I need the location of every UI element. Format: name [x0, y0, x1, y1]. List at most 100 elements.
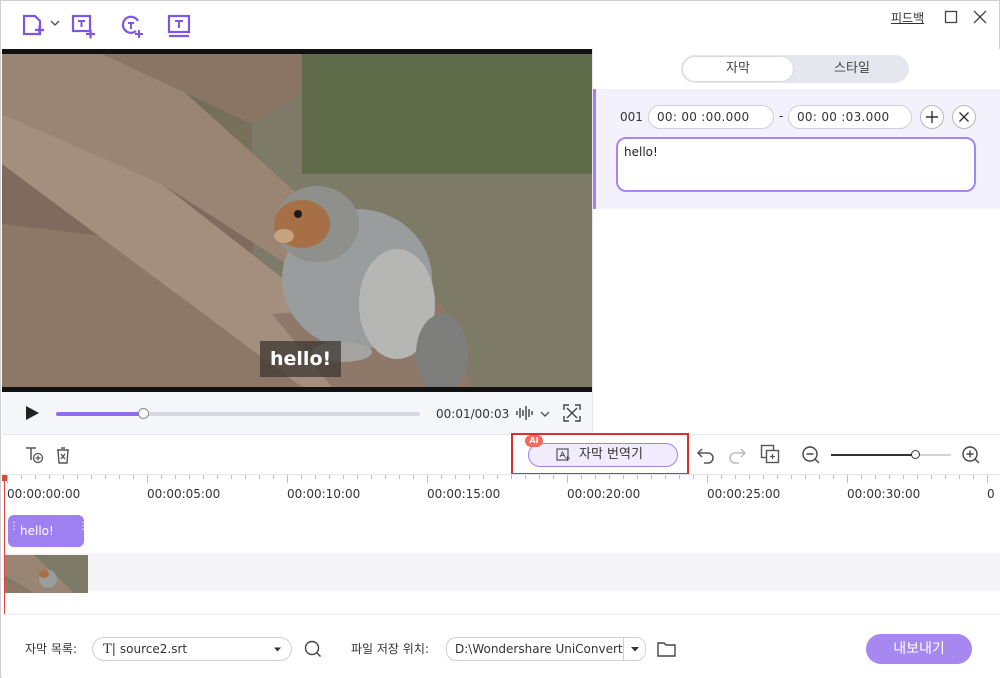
zoom-slider[interactable] — [831, 450, 951, 459]
ruler-label: 0 — [987, 487, 995, 501]
redo-icon[interactable] — [727, 445, 747, 465]
subtitle-file-select[interactable]: T| source2.srt — [92, 637, 292, 661]
ruler-label: 00:00:30:00 — [847, 487, 921, 501]
ruler-tick — [791, 475, 792, 479]
video-frame: hello! — [2, 54, 592, 387]
zoom-out-icon[interactable] — [801, 445, 821, 465]
progress-knob[interactable] — [138, 408, 150, 419]
ruler-tick — [875, 475, 876, 479]
ruler-tick — [147, 475, 148, 483]
add-text-icon[interactable] — [24, 445, 44, 465]
subtitle-clip[interactable]: ⋮ hello! ⋮ — [8, 515, 88, 547]
trash-icon[interactable] — [54, 445, 72, 465]
ruler-tick — [413, 475, 414, 479]
ruler-tick — [245, 475, 246, 479]
subtitle-overlay: hello! — [260, 341, 342, 377]
split-subtitle-icon[interactable] — [760, 444, 780, 464]
ruler-tick — [749, 475, 750, 479]
ruler-tick — [231, 475, 232, 479]
time-readout: 00:01/00:03 — [436, 407, 510, 421]
ruler-tick — [511, 475, 512, 479]
delete-subtitle-button[interactable] — [952, 105, 976, 129]
ruler-tick — [119, 475, 120, 479]
playhead-cap[interactable] — [2, 475, 7, 481]
ruler-tick — [651, 475, 652, 479]
subtitle-translator-button[interactable]: 자막 번역기 — [528, 443, 678, 467]
play-icon[interactable] — [24, 405, 40, 421]
ruler-label: 00:00:20:00 — [567, 487, 641, 501]
ruler-tick — [273, 475, 274, 479]
ruler-tick — [35, 475, 36, 479]
ruler-tick — [7, 475, 8, 483]
ruler-tick — [441, 475, 442, 479]
maximize-icon[interactable] — [944, 10, 958, 24]
clip-left-handle[interactable]: ⋮ — [9, 522, 19, 538]
translate-button-label: 자막 번역기 — [579, 447, 643, 462]
ruler-tick — [497, 475, 498, 479]
feedback-link[interactable]: 피드백 — [891, 9, 924, 26]
add-file-icon[interactable] — [21, 13, 47, 39]
audio-waveform-icon[interactable] — [515, 405, 535, 421]
ruler-label: 00:00:05:00 — [147, 487, 221, 501]
ruler-tick — [679, 475, 680, 479]
ruler-tick — [595, 475, 596, 479]
ruler-tick — [63, 475, 64, 479]
end-time-field[interactable]: 00: 00 :03.000 — [788, 105, 912, 129]
chevron-down-icon — [623, 638, 645, 660]
ruler-tick — [427, 475, 428, 483]
save-location-label: 파일 저장 위치: — [351, 642, 429, 656]
add-subtitle-icon[interactable] — [71, 13, 97, 39]
ruler-tick — [553, 475, 554, 479]
ruler-tick — [21, 475, 22, 479]
ruler-tick — [945, 475, 946, 479]
ruler-tick — [777, 475, 778, 479]
ruler-tick — [329, 475, 330, 479]
export-button[interactable]: 내보내기 — [866, 634, 972, 664]
ruler-label: 00:00:15:00 — [427, 487, 501, 501]
start-time-field[interactable]: 00: 00 :00.000 — [648, 105, 774, 129]
subtitle-clip-label: hello! — [20, 524, 54, 538]
video-track — [2, 553, 1000, 591]
video-thumbnail[interactable] — [4, 555, 88, 593]
tab-style[interactable]: 스타일 — [797, 57, 907, 81]
footer-bar: 자막 목록: T| source2.srt 파일 저장 위치: D:\Wonde… — [2, 614, 1000, 678]
close-icon[interactable] — [973, 10, 987, 24]
ruler-tick — [847, 475, 848, 483]
ruler-tick — [385, 475, 386, 479]
ruler-tick — [175, 475, 176, 479]
tab-subtitle[interactable]: 자막 — [683, 57, 793, 81]
chevron-down-icon[interactable] — [540, 410, 550, 418]
timeline[interactable]: 00:00:00:00 00:00:05:00 00:00:10:00 00:00:1… — [2, 474, 1000, 615]
save-path-select[interactable]: D:\Wondershare UniConverter — [446, 637, 646, 661]
playhead[interactable] — [2, 475, 7, 615]
ruler-tick — [539, 475, 540, 479]
timeline-toolbar: 자막 번역기 AI — [2, 433, 1000, 475]
text-subtitle-icon[interactable] — [166, 13, 192, 39]
zoom-knob[interactable] — [911, 450, 920, 459]
subtitle-entry[interactable]: 001 00: 00 :00.000 - 00: 00 :03.000 hell… — [593, 89, 1000, 209]
subtitle-text-value: hello! — [624, 145, 658, 159]
ruler-tick — [259, 475, 260, 479]
ruler-tick — [665, 475, 666, 479]
zoom-in-icon[interactable] — [961, 445, 981, 465]
subtitle-text-field[interactable]: hello! — [616, 137, 976, 192]
save-path-value: D:\Wondershare UniConverter — [455, 642, 623, 656]
text-icon: T| — [103, 642, 117, 657]
ai-subtitle-icon[interactable] — [119, 13, 145, 39]
ruler-tick — [91, 475, 92, 479]
progress-track[interactable] — [56, 408, 420, 419]
ruler-tick — [721, 475, 722, 479]
subtitle-file-value: source2.srt — [119, 642, 188, 656]
chevron-down-icon[interactable] — [50, 19, 60, 27]
search-icon[interactable] — [304, 640, 322, 658]
ruler-tick — [287, 475, 288, 483]
ruler-tick — [189, 475, 190, 479]
ruler-tick — [203, 475, 204, 479]
subtitle-index: 001 — [620, 110, 643, 124]
playback-bar: 00:01/00:03 — [2, 392, 592, 434]
fullscreen-icon[interactable] — [563, 404, 581, 422]
add-subtitle-button[interactable] — [920, 105, 944, 129]
clip-right-handle[interactable]: ⋮ — [78, 522, 88, 538]
folder-icon[interactable] — [657, 640, 677, 658]
undo-icon[interactable] — [696, 445, 716, 465]
